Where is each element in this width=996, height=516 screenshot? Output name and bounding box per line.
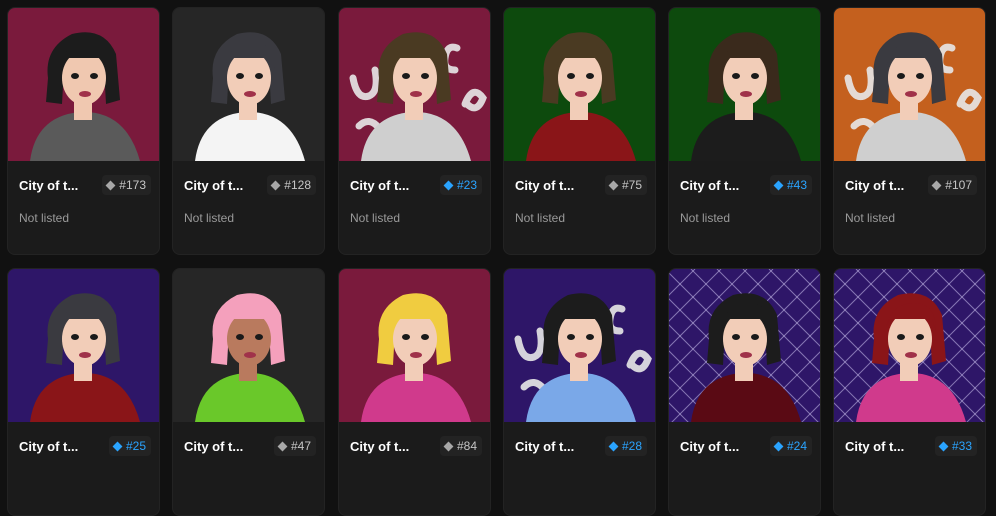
rarity-rank-badge: #128 bbox=[267, 175, 316, 195]
nft-image[interactable] bbox=[339, 269, 490, 422]
nft-card[interactable]: City of t... #23 Not listed bbox=[338, 7, 491, 255]
diamond-icon bbox=[938, 441, 949, 451]
rarity-rank-badge: #47 bbox=[273, 436, 316, 456]
nft-image[interactable] bbox=[8, 8, 159, 161]
nft-card[interactable]: City of t... #107 Not listed bbox=[833, 7, 986, 255]
diamond-icon bbox=[773, 180, 784, 190]
rank-number: #43 bbox=[786, 178, 807, 192]
diamond-icon bbox=[773, 441, 784, 451]
nft-image[interactable] bbox=[834, 269, 985, 422]
nft-image[interactable] bbox=[8, 269, 159, 422]
nft-image[interactable] bbox=[504, 8, 655, 161]
nft-name[interactable]: City of t... bbox=[350, 439, 420, 454]
nft-artwork bbox=[669, 8, 820, 161]
rarity-rank-badge: #25 bbox=[108, 436, 151, 456]
rarity-rank-badge: #33 bbox=[934, 436, 977, 456]
nft-image[interactable] bbox=[173, 8, 324, 161]
nft-artwork bbox=[669, 269, 820, 422]
nft-name[interactable]: City of t... bbox=[19, 178, 89, 193]
rank-number: #24 bbox=[786, 439, 807, 453]
rarity-rank-badge: #84 bbox=[439, 436, 482, 456]
nft-artwork bbox=[173, 8, 324, 161]
diamond-icon bbox=[112, 441, 123, 451]
rarity-rank-badge: #23 bbox=[439, 175, 482, 195]
nft-image[interactable] bbox=[669, 269, 820, 422]
diamond-icon bbox=[443, 180, 454, 190]
nft-card[interactable]: City of t... #24 bbox=[668, 268, 821, 516]
nft-card[interactable]: City of t... #25 bbox=[7, 268, 160, 516]
rank-number: #173 bbox=[119, 178, 146, 192]
nft-name[interactable]: City of t... bbox=[184, 178, 254, 193]
nft-card[interactable]: City of t... #28 bbox=[503, 268, 656, 516]
listing-status: Not listed bbox=[515, 211, 566, 225]
nft-artwork bbox=[8, 8, 159, 161]
rank-number: #33 bbox=[951, 439, 972, 453]
diamond-icon bbox=[931, 180, 942, 190]
diamond-icon bbox=[608, 180, 619, 190]
nft-artwork bbox=[834, 8, 985, 161]
nft-card[interactable]: City of t... #173 Not listed bbox=[7, 7, 160, 255]
nft-image[interactable] bbox=[173, 269, 324, 422]
listing-status: Not listed bbox=[680, 211, 731, 225]
nft-card[interactable]: City of t... #75 Not listed bbox=[503, 7, 656, 255]
rarity-rank-badge: #24 bbox=[769, 436, 812, 456]
nft-card[interactable]: City of t... #43 Not listed bbox=[668, 7, 821, 255]
nft-card[interactable]: City of t... #47 bbox=[172, 268, 325, 516]
nft-name[interactable]: City of t... bbox=[515, 178, 585, 193]
nft-name[interactable]: City of t... bbox=[680, 178, 750, 193]
rank-number: #107 bbox=[945, 178, 972, 192]
diamond-icon bbox=[105, 180, 116, 190]
rank-number: #47 bbox=[290, 439, 311, 453]
rank-number: #128 bbox=[284, 178, 311, 192]
nft-image[interactable] bbox=[669, 8, 820, 161]
rank-number: #25 bbox=[125, 439, 146, 453]
nft-name[interactable]: City of t... bbox=[845, 439, 915, 454]
diamond-icon bbox=[443, 441, 454, 451]
nft-name[interactable]: City of t... bbox=[845, 178, 915, 193]
nft-name[interactable]: City of t... bbox=[19, 439, 89, 454]
nft-name[interactable]: City of t... bbox=[680, 439, 750, 454]
rank-number: #75 bbox=[621, 178, 642, 192]
listing-status: Not listed bbox=[845, 211, 896, 225]
rarity-rank-badge: #107 bbox=[928, 175, 977, 195]
nft-name[interactable]: City of t... bbox=[184, 439, 254, 454]
nft-artwork bbox=[504, 8, 655, 161]
rank-number: #23 bbox=[456, 178, 477, 192]
listing-status: Not listed bbox=[350, 211, 401, 225]
diamond-icon bbox=[270, 180, 281, 190]
nft-card[interactable]: City of t... #128 Not listed bbox=[172, 7, 325, 255]
rarity-rank-badge: #173 bbox=[102, 175, 151, 195]
nft-artwork bbox=[339, 8, 490, 161]
listing-status: Not listed bbox=[184, 211, 235, 225]
nft-artwork bbox=[504, 269, 655, 422]
nft-card[interactable]: City of t... #84 bbox=[338, 268, 491, 516]
nft-artwork bbox=[834, 269, 985, 422]
nft-artwork bbox=[8, 269, 159, 422]
nft-name[interactable]: City of t... bbox=[515, 439, 585, 454]
nft-name[interactable]: City of t... bbox=[350, 178, 420, 193]
nft-image[interactable] bbox=[834, 8, 985, 161]
rarity-rank-badge: #43 bbox=[769, 175, 812, 195]
rank-number: #28 bbox=[621, 439, 642, 453]
rarity-rank-badge: #75 bbox=[604, 175, 647, 195]
diamond-icon bbox=[277, 441, 288, 451]
nft-card[interactable]: City of t... #33 bbox=[833, 268, 986, 516]
nft-artwork bbox=[339, 269, 490, 422]
rarity-rank-badge: #28 bbox=[604, 436, 647, 456]
nft-image[interactable] bbox=[339, 8, 490, 161]
nft-image[interactable] bbox=[504, 269, 655, 422]
nft-artwork bbox=[173, 269, 324, 422]
diamond-icon bbox=[608, 441, 619, 451]
nft-grid: City of t... #173 Not listed City of t... #… bbox=[0, 0, 996, 516]
rank-number: #84 bbox=[456, 439, 477, 453]
listing-status: Not listed bbox=[19, 211, 70, 225]
